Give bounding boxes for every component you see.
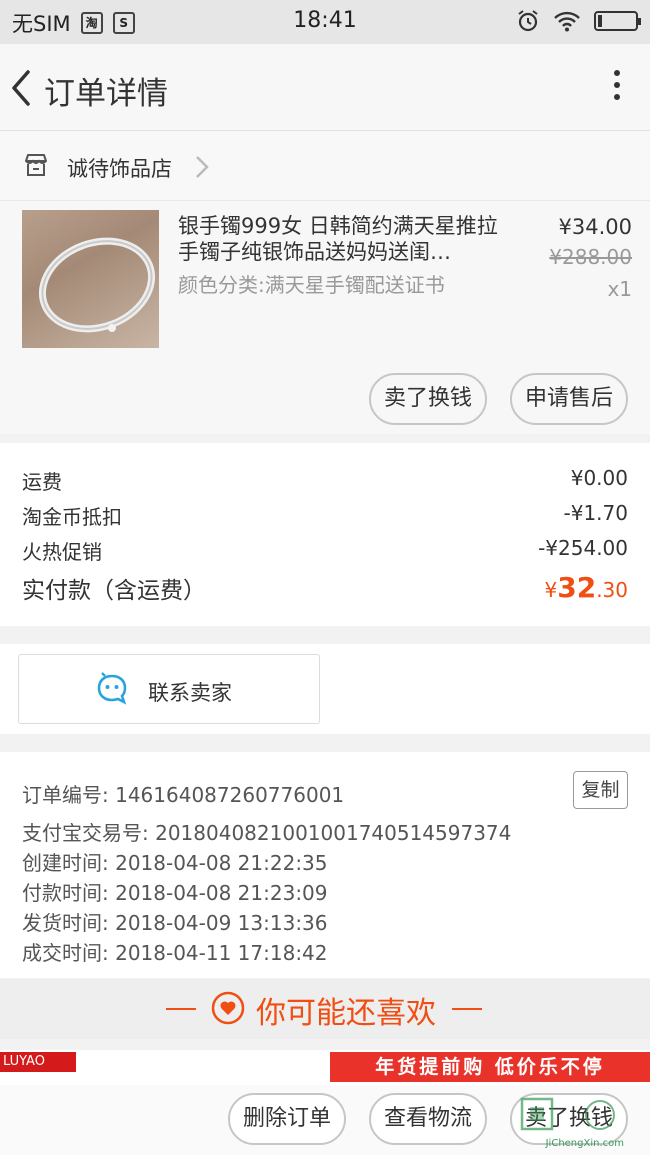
coin-label: 淘金币抵扣 (22, 505, 122, 529)
paid-time: 付款时间: 2018-04-08 21:23:09 (22, 881, 328, 905)
after-sales-button[interactable]: 申请售后 (510, 373, 628, 425)
product-title[interactable]: 银手镯999女 日韩简约满天星推拉手镯子纯银饰品送妈妈送闺… (178, 213, 498, 265)
promo-banner[interactable]: 年货提前购 低价乐不停 (330, 1052, 650, 1082)
watermark-url: JiChengXin.com (545, 1138, 624, 1149)
bangle-image (38, 237, 156, 333)
product-price: ¥34.00 (558, 215, 632, 239)
product-original-price: ¥288.00 (549, 245, 632, 269)
recommend-title: 你可能还喜欢 (256, 996, 436, 1031)
order-info: 订单编号: 146164087260776001 复制 支付宝交易号: 2018… (0, 752, 650, 978)
completed-time: 成交时间: 2018-04-11 17:18:42 (22, 941, 328, 965)
shipping-value: ¥0.00 (570, 466, 628, 490)
more-menu-icon[interactable] (612, 70, 622, 106)
watermark-logo (520, 1097, 615, 1131)
battery-icon (594, 11, 641, 31)
shipped-time: 发货时间: 2018-04-09 13:13:36 (22, 911, 328, 935)
coin-value: -¥1.70 (563, 501, 628, 525)
alarm-icon (518, 10, 538, 32)
recommend-header: 你可能还喜欢 (0, 979, 650, 1039)
product-sku: 颜色分类:满天星手镯配送证书 (178, 273, 445, 297)
wifi-icon (554, 11, 580, 32)
promo-label: 火热促销 (22, 540, 102, 564)
total-paid-row: 实付款（含运费） ¥32.30 (22, 571, 628, 605)
product-quantity: x1 (607, 277, 632, 301)
divider-right (452, 1008, 482, 1010)
view-logistics-button[interactable]: 查看物流 (369, 1093, 487, 1145)
total-label: 实付款（含运费） (22, 578, 206, 604)
chat-bubble-icon (97, 672, 127, 705)
store-icon (25, 154, 47, 176)
brand-banner[interactable]: LUYAO (0, 1052, 76, 1072)
shop-name: 诚待饰品店 (67, 157, 172, 181)
chevron-right-icon (196, 156, 209, 178)
order-number: 订单编号: 146164087260776001 (22, 783, 345, 807)
fee-summary: 运费 ¥0.00 淘金币抵扣 -¥1.70 火热促销 -¥254.00 实付款（… (0, 443, 650, 626)
shipping-fee-row: 运费 ¥0.00 (22, 466, 628, 495)
product-card: 银手镯999女 日韩简约满天星推拉手镯子纯银饰品送妈妈送闺… 颜色分类:满天星手… (0, 201, 650, 434)
shop-row[interactable]: 诚待饰品店 (0, 131, 650, 201)
total-currency: ¥ (544, 578, 558, 602)
alipay-number: 支付宝交易号: 2018040821001001740514597374 (22, 821, 512, 845)
contact-seller-label: 联系卖家 (148, 681, 232, 705)
page-title: 订单详情 (44, 76, 168, 112)
created-time: 创建时间: 2018-04-08 21:22:35 (22, 851, 328, 875)
sell-button[interactable]: 卖了换钱 (369, 373, 487, 425)
total-value: ¥32.30 (544, 571, 628, 604)
total-integer: 32 (557, 571, 597, 604)
product-image[interactable] (22, 210, 159, 348)
status-bar: 无SIM 淘 S 18:41 (0, 0, 650, 44)
delete-order-button[interactable]: 删除订单 (228, 1093, 346, 1145)
shipping-label: 运费 (22, 470, 62, 494)
promo-value: -¥254.00 (538, 536, 628, 560)
back-arrow-icon[interactable] (8, 68, 34, 108)
copy-button[interactable]: 复制 (573, 771, 628, 809)
contact-seller-button[interactable]: 联系卖家 (18, 654, 320, 724)
coin-discount-row: 淘金币抵扣 -¥1.70 (22, 501, 628, 530)
contact-section: 联系卖家 (0, 644, 650, 734)
promo-discount-row: 火热促销 -¥254.00 (22, 536, 628, 565)
nav-bar: 订单详情 (0, 44, 650, 131)
recommend-banners[interactable]: LUYAO 年货提前购 低价乐不停 (0, 1050, 650, 1085)
total-decimal: .30 (596, 578, 628, 602)
